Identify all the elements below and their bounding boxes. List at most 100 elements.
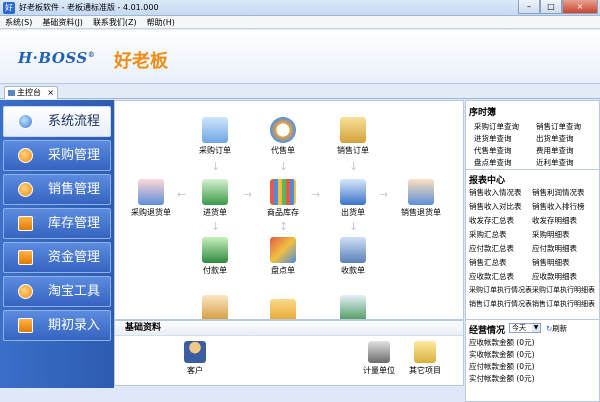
tab-main-console[interactable]: 主控台 × [4, 86, 58, 99]
link-report[interactable]: 销售收入对比表 [469, 201, 522, 212]
link-report[interactable]: 销售汇总表 [469, 257, 507, 268]
basic-customer[interactable]: 客户 [165, 341, 225, 376]
sidebar: 系统流程 采购管理 销售管理 库存管理 资金管理 淘宝工具 期初录入 [0, 100, 114, 402]
arrow-down: ↓ [211, 220, 221, 233]
arrow-right: → [243, 188, 253, 201]
chevron-down-icon: ▼ [532, 324, 540, 332]
purchase-return-icon [138, 179, 164, 205]
node-purchase-return[interactable]: 采购退货单 [121, 179, 181, 218]
sales-order-icon [340, 117, 366, 143]
receipt-icon [340, 237, 366, 263]
business-line: 实付帐款金额 (0元) [469, 374, 535, 383]
minimize-button[interactable]: – [518, 0, 540, 14]
node-label: 盘点单 [271, 266, 295, 275]
link-report[interactable]: 收发存明细表 [532, 215, 577, 226]
node-partial-3[interactable] [323, 295, 383, 319]
maximize-button[interactable]: □ [540, 0, 562, 14]
menu-system[interactable]: 系统(S) [0, 16, 37, 28]
menu-basic-data[interactable]: 基础资料(J) [37, 16, 88, 28]
node-label: 商品库存 [267, 208, 299, 217]
node-stocktake[interactable]: 盘点单 [253, 237, 313, 276]
link-report[interactable]: 应付款明细表 [532, 243, 577, 254]
link-stock-in-query[interactable]: 进货单查询 [474, 133, 512, 144]
payment-icon [202, 237, 228, 263]
folder-icon [414, 341, 436, 363]
link-report[interactable]: 销售利润情况表 [532, 187, 585, 198]
link-purchase-order-query[interactable]: 采购订单查询 [474, 121, 519, 132]
link-expense-query[interactable]: 费用单查询 [536, 145, 574, 156]
business-line: 应付帐款金额 (0元) [469, 362, 535, 371]
node-inventory[interactable]: 商品库存 [253, 179, 313, 218]
link-sales-order-query[interactable]: 销售订单查询 [536, 121, 581, 132]
brand-logo-en: H·BOSS® [18, 49, 96, 67]
sidebar-item-label: 期初录入 [48, 318, 101, 333]
sidebar-item-label: 采购管理 [48, 148, 101, 163]
sales-return-icon [408, 179, 434, 205]
link-stock-out-query[interactable]: 出货单查询 [536, 133, 574, 144]
menu-help[interactable]: 帮助(H) [142, 16, 180, 28]
link-report[interactable]: 销售订单执行明细表 [532, 299, 595, 309]
node-label: 销售退货单 [401, 208, 441, 217]
link-report[interactable]: 应收款明细表 [532, 271, 577, 282]
basic-data-title: 基础资料 [115, 321, 463, 336]
link-report[interactable]: 收发存汇总表 [469, 215, 514, 226]
sidebar-item-funds[interactable]: 资金管理 [3, 242, 111, 273]
period-value: 今天 [512, 324, 526, 332]
sidebar-item-purchase[interactable]: 采购管理 [3, 140, 111, 171]
scale-icon [368, 341, 390, 363]
link-report[interactable]: 销售明细表 [532, 257, 570, 268]
link-report[interactable]: 应收款汇总表 [469, 271, 514, 282]
node-sales-return[interactable]: 销售退货单 [391, 179, 451, 218]
period-select[interactable]: 今天 ▼ [509, 323, 541, 333]
link-report[interactable]: 销售收入情况表 [469, 187, 522, 198]
arrow-down: ↓ [349, 220, 359, 233]
link-report[interactable]: 销售收入排行榜 [532, 201, 585, 212]
gear-orange-icon [18, 182, 33, 197]
divider [466, 319, 599, 320]
network-icon [18, 284, 33, 299]
consignment-icon [270, 117, 296, 143]
basic-other[interactable]: 其它项目 [395, 341, 455, 376]
node-label: 代售单 [271, 146, 295, 155]
arrow-up-down: ↕ [279, 220, 289, 233]
inventory-icon [270, 179, 296, 205]
link-report[interactable]: 采购订单执行明细表 [532, 285, 595, 295]
node-payment[interactable]: 付款单 [185, 237, 245, 276]
menu-contact[interactable]: 联系我们(Z) [88, 16, 142, 28]
link-report[interactable]: 采购明细表 [532, 229, 570, 240]
sidebar-item-label: 系统流程 [48, 114, 101, 129]
sidebar-item-label: 库存管理 [48, 216, 101, 231]
node-stock-out[interactable]: 出货单 [323, 179, 383, 218]
node-partial-1[interactable] [185, 295, 245, 319]
node-stock-in[interactable]: 进货单 [185, 179, 245, 218]
refresh-button[interactable]: ↻刷新 [546, 323, 567, 334]
tab-close-icon[interactable]: × [47, 87, 54, 99]
link-consignment-query[interactable]: 代售单查询 [474, 145, 512, 156]
sidebar-item-sales[interactable]: 销售管理 [3, 174, 111, 205]
sidebar-item-taobao[interactable]: 淘宝工具 [3, 276, 111, 307]
link-report[interactable]: 采购汇总表 [469, 229, 507, 240]
link-report[interactable]: 采购订单执行情况表 [469, 285, 532, 295]
node-label: 付款单 [203, 266, 227, 275]
sidebar-item-opening[interactable]: 期初录入 [3, 310, 111, 341]
node-purchase-order[interactable]: 采购订单 [185, 117, 245, 156]
stack-icon [270, 299, 296, 319]
report-icon [340, 295, 366, 319]
node-partial-2[interactable] [253, 299, 313, 319]
sidebar-item-label: 销售管理 [48, 182, 101, 197]
arrow-right: → [379, 188, 389, 201]
link-report[interactable]: 销售订单执行情况表 [469, 299, 532, 309]
tools-icon [18, 216, 33, 231]
node-consignment[interactable]: 代售单 [253, 117, 313, 156]
node-receipt[interactable]: 收款单 [323, 237, 383, 276]
close-button[interactable]: × [562, 0, 598, 14]
link-stocktake-query[interactable]: 盘点单查询 [474, 157, 512, 168]
basic-label: 其它项目 [409, 366, 441, 375]
basic-data-panel: 基础资料 客户 计量单位 其它项目 [114, 320, 464, 386]
sidebar-item-system-flow[interactable]: 系统流程 [3, 106, 111, 137]
link-report[interactable]: 应付款汇总表 [469, 243, 514, 254]
node-sales-order[interactable]: 销售订单 [323, 117, 383, 156]
link-profit-query[interactable]: 近利单查询 [536, 157, 574, 168]
stocktake-icon [270, 237, 296, 263]
sidebar-item-inventory[interactable]: 库存管理 [3, 208, 111, 239]
